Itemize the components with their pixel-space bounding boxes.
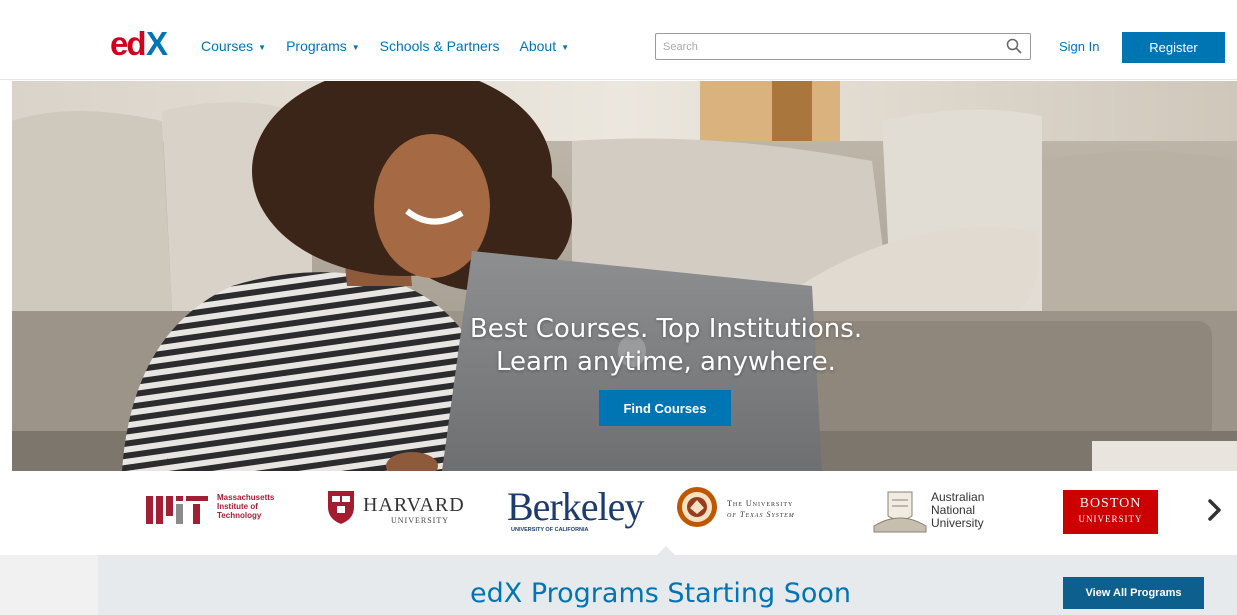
harvard-shield-icon bbox=[328, 491, 354, 524]
nav-about[interactable]: About ▼ bbox=[520, 38, 570, 54]
nav-about-label: About bbox=[519, 38, 557, 54]
mit-name-line3: Technology bbox=[217, 511, 262, 520]
ut-seal-icon bbox=[677, 487, 717, 527]
sign-in-link[interactable]: Sign In bbox=[1059, 39, 1099, 54]
anu-name: Australian National University bbox=[931, 491, 984, 530]
svg-text:X: X bbox=[146, 26, 168, 62]
site-header: ed X Courses ▼ Programs ▼ Schools & Part… bbox=[0, 0, 1237, 80]
hero-headline: Best Courses. Top Institutions. Learn an… bbox=[12, 313, 1237, 379]
search-box bbox=[655, 33, 1031, 60]
harvard-subtitle: UNIVERSITY bbox=[391, 516, 449, 525]
caret-down-icon: ▼ bbox=[351, 42, 360, 52]
ut-system-name-line2: of Texas System bbox=[727, 510, 795, 519]
left-gutter bbox=[0, 555, 98, 615]
bu-name-line1: BOSTON bbox=[1079, 496, 1142, 511]
mit-wordmark-icon bbox=[146, 496, 208, 524]
boston-university-logo[interactable]: BOSTON UNIVERSITY bbox=[1063, 490, 1158, 534]
edx-logo[interactable]: ed X bbox=[110, 26, 180, 62]
programs-banner-pointer bbox=[656, 546, 676, 556]
nav-schools-partners[interactable]: Schools & Partners bbox=[380, 38, 500, 54]
bu-name-line2: UNIVERSITY bbox=[1078, 514, 1143, 524]
ut-system-name-line1: The University bbox=[727, 499, 794, 508]
register-button[interactable]: Register bbox=[1122, 32, 1225, 63]
anu-name-line3: University bbox=[931, 516, 984, 530]
find-courses-button[interactable]: Find Courses bbox=[599, 390, 731, 426]
nav-courses-label: Courses bbox=[201, 38, 254, 54]
nav-courses[interactable]: Courses ▼ bbox=[201, 38, 266, 54]
search-input[interactable] bbox=[656, 34, 996, 59]
berkeley-subtitle: UNIVERSITY OF CALIFORNIA bbox=[511, 527, 589, 533]
partner-logos-strip: Massachusetts Institute of Technology HA… bbox=[0, 471, 1237, 555]
hero-headline-line1: Best Courses. Top Institutions. bbox=[469, 314, 863, 344]
ut-system-name: The University of Texas System bbox=[727, 498, 795, 520]
search-icon[interactable] bbox=[1006, 38, 1022, 54]
mit-name-line2: Institute of bbox=[217, 502, 258, 511]
mit-name-line1: Massachusetts bbox=[217, 493, 275, 502]
caret-down-icon: ▼ bbox=[258, 42, 267, 52]
mit-name: Massachusetts Institute of Technology bbox=[217, 493, 274, 520]
hero-headline-line2: Learn anytime, anywhere. bbox=[496, 347, 836, 377]
berkeley-name: Berkeley bbox=[507, 484, 644, 529]
svg-text:ed: ed bbox=[110, 26, 145, 62]
nav-schools-partners-label: Schools & Partners bbox=[379, 38, 500, 54]
chevron-right-icon[interactable] bbox=[1205, 498, 1225, 522]
nav-programs[interactable]: Programs ▼ bbox=[286, 38, 360, 54]
anu-crest-icon bbox=[873, 491, 927, 533]
harvard-name: HARVARD bbox=[363, 494, 465, 516]
nav-programs-label: Programs bbox=[286, 38, 347, 54]
main-nav: Courses ▼ Programs ▼ Schools & Partners … bbox=[201, 38, 589, 54]
programs-title: edX Programs Starting Soon bbox=[470, 578, 851, 609]
view-all-programs-button[interactable]: View All Programs bbox=[1063, 577, 1204, 609]
caret-down-icon: ▼ bbox=[561, 42, 570, 52]
hero-banner: Best Courses. Top Institutions. Learn an… bbox=[12, 81, 1237, 471]
